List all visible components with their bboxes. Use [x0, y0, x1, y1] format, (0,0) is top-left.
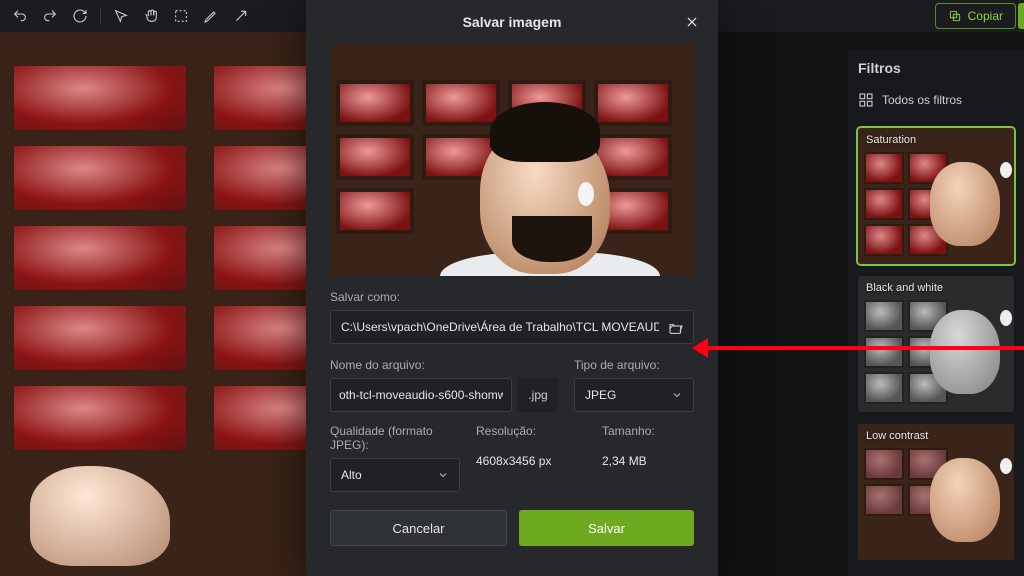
filetype-value: JPEG	[585, 388, 616, 402]
cancel-button[interactable]: Cancelar	[330, 510, 507, 546]
cancel-label: Cancelar	[392, 521, 444, 536]
image-preview	[330, 44, 694, 276]
all-filters-button[interactable]: Todos os filtros	[858, 92, 1014, 108]
filters-panel: Filtros Todos os filtros Saturation Blac…	[848, 50, 1024, 576]
filter-card-lowcontrast[interactable]: Low contrast	[858, 424, 1014, 560]
filetype-label: Tipo de arquivo:	[574, 358, 694, 372]
save-button[interactable]: Salvar	[519, 510, 694, 546]
filename-input[interactable]	[330, 378, 512, 412]
save-label: Salvar	[588, 521, 625, 536]
filter-card-bw[interactable]: Black and white	[858, 276, 1014, 412]
filename-label: Nome do arquivo:	[330, 358, 558, 372]
all-filters-label: Todos os filtros	[882, 93, 962, 107]
filter-label: Low contrast	[866, 430, 928, 442]
folder-open-icon	[668, 320, 684, 336]
chevron-down-icon	[671, 389, 683, 401]
quality-label: Qualidade (formato JPEG):	[330, 424, 460, 452]
dialog-title: Salvar imagem	[463, 14, 562, 30]
close-button[interactable]	[680, 10, 704, 34]
copy-label: Copiar	[968, 9, 1003, 23]
path-field-row	[330, 310, 694, 344]
save-image-dialog: Salvar imagem Salvar como: Nome do arqui…	[306, 0, 718, 576]
copy-icon	[948, 9, 962, 23]
toolbar-separator	[100, 7, 101, 25]
filter-label: Saturation	[866, 134, 916, 146]
marquee-tool[interactable]	[167, 3, 195, 29]
undo-button[interactable]	[6, 3, 34, 29]
filter-card-saturation[interactable]: Saturation	[858, 128, 1014, 264]
hand-tool[interactable]	[137, 3, 165, 29]
resolution-label: Resolução:	[476, 424, 586, 438]
arrow-tool[interactable]	[227, 3, 255, 29]
copy-button[interactable]: Copiar	[935, 3, 1016, 29]
filter-label: Black and white	[866, 282, 943, 294]
grid-icon	[858, 92, 874, 108]
refresh-button[interactable]	[66, 3, 94, 29]
pencil-tool[interactable]	[197, 3, 225, 29]
size-value: 2,34 MB	[602, 444, 694, 468]
close-icon	[685, 15, 699, 29]
redo-button[interactable]	[36, 3, 64, 29]
filters-title: Filtros	[858, 60, 1014, 76]
path-input[interactable]	[341, 320, 659, 334]
size-label: Tamanho:	[602, 424, 694, 438]
browse-folder-button[interactable]	[665, 317, 687, 339]
pointer-tool[interactable]	[107, 3, 135, 29]
dropdown-sliver[interactable]	[1018, 3, 1024, 29]
resolution-value: 4608x3456 px	[476, 444, 586, 468]
extension-display: .jpg	[518, 378, 558, 412]
save-as-label: Salvar como:	[330, 290, 694, 304]
chevron-down-icon	[437, 469, 449, 481]
filetype-select[interactable]: JPEG	[574, 378, 694, 412]
quality-value: Alto	[341, 468, 362, 482]
quality-select[interactable]: Alto	[330, 458, 460, 492]
